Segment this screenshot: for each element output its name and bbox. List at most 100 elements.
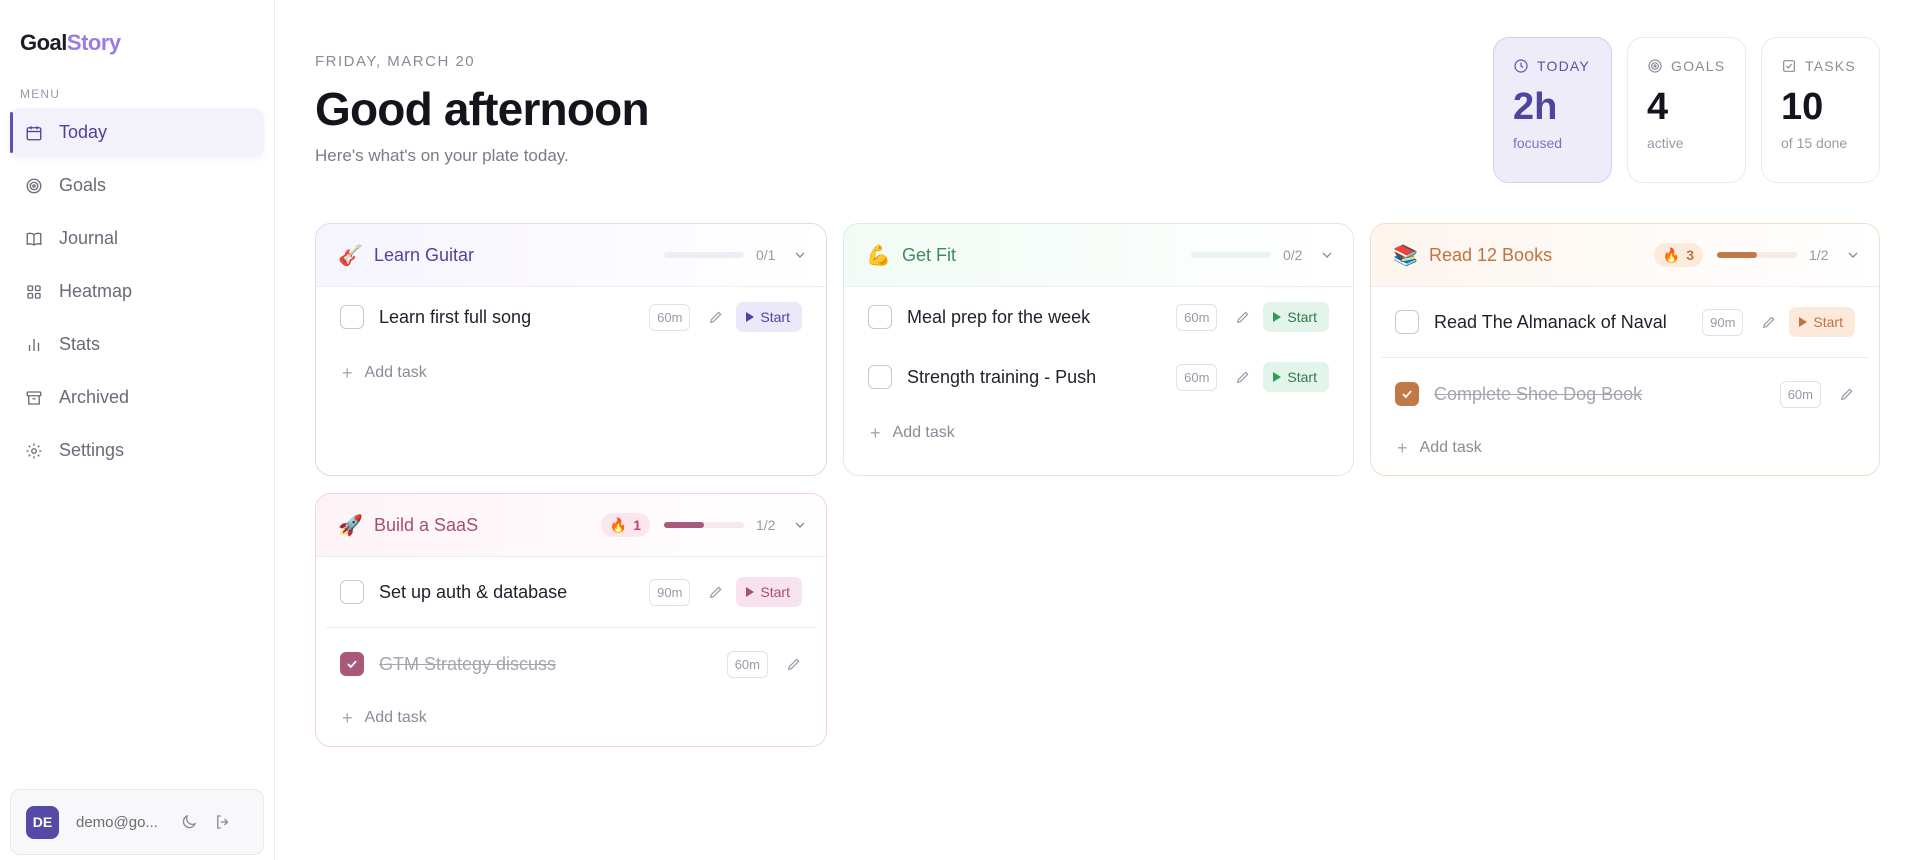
sidebar-item-journal[interactable]: Journal (10, 214, 264, 263)
app-logo[interactable]: GoalStory (20, 30, 121, 56)
sidebar-nav: Today Goals Journal Heatmap Stats Archiv… (10, 108, 264, 479)
sidebar-item-label: Goals (59, 175, 107, 195)
goal-progress-bar (1717, 252, 1797, 258)
chevron-down-icon[interactable] (792, 517, 808, 533)
pencil-icon[interactable] (786, 656, 802, 672)
sidebar-item-label: Today (59, 122, 108, 142)
task-duration: 60m (1176, 303, 1218, 331)
calendar-icon (26, 125, 42, 140)
add-task-button[interactable]: + Add task (316, 700, 826, 736)
play-icon (1799, 317, 1808, 327)
start-button[interactable]: Start (1263, 362, 1329, 392)
add-task-button[interactable]: + Add task (844, 407, 1353, 459)
books-icon: 📚 (1393, 244, 1418, 267)
sidebar-item-label: Heatmap (59, 281, 133, 301)
rocket-icon: 🚀 (338, 514, 363, 537)
stat-sub: focused (1513, 135, 1563, 151)
logout-icon[interactable] (214, 813, 232, 831)
sidebar-item-stats[interactable]: Stats (10, 320, 264, 369)
task-name: Set up auth & database (379, 581, 568, 602)
task-name: Read The Almanack of Naval (1434, 311, 1667, 332)
task-duration: 60m (1176, 363, 1218, 391)
page-title: Good afternoon (315, 83, 650, 135)
goal-progress-bar (1191, 252, 1271, 258)
current-date: FRIDAY, MARCH 20 (315, 53, 476, 70)
guitar-icon: 🎸 (338, 244, 363, 267)
task-name: Strength training - Push (907, 366, 1097, 387)
goal-card-build-a-saas: 🚀 Build a SaaS 🔥 1 1/2 Set up auth & data… (315, 493, 827, 747)
plus-icon: + (342, 362, 353, 383)
sidebar-item-label: Journal (59, 228, 119, 248)
chevron-down-icon[interactable] (1845, 247, 1861, 263)
pencil-icon[interactable] (1839, 386, 1855, 402)
task-row: Strength training - Push 60m Start (854, 347, 1343, 407)
sidebar-item-goals[interactable]: Goals (10, 161, 264, 210)
sidebar-item-label: Archived (59, 387, 130, 407)
stat-card-today[interactable]: TODAY 2h focused (1493, 37, 1612, 183)
goal-card-header[interactable]: 🎸 Learn Guitar 0/1 (316, 224, 826, 287)
sidebar-item-heatmap[interactable]: Heatmap (10, 267, 264, 316)
play-icon (746, 587, 755, 597)
task-checkbox[interactable] (868, 365, 892, 389)
task-row: Complete Shoe Dog Book 60m (1381, 358, 1869, 430)
add-task-button[interactable]: + Add task (1371, 430, 1879, 466)
archive-icon (26, 390, 42, 405)
start-button[interactable]: Start (1789, 307, 1855, 337)
stat-card-goals[interactable]: GOALS 4 active (1627, 37, 1746, 183)
sidebar-item-settings[interactable]: Settings (10, 426, 264, 475)
stat-label: GOALS (1671, 58, 1726, 74)
task-checkbox[interactable] (340, 580, 364, 604)
task-checkbox[interactable] (1395, 310, 1419, 334)
task-duration: 90m (649, 578, 691, 606)
task-checkbox[interactable] (868, 305, 892, 329)
stat-card-tasks[interactable]: TASKS 10 of 15 done (1761, 37, 1880, 183)
goal-progress-count: 0/2 (1283, 247, 1303, 263)
avatar[interactable]: DE (26, 805, 59, 839)
goal-progress-count: 0/1 (756, 247, 776, 263)
task-checkbox[interactable] (340, 305, 364, 329)
fire-icon: 🔥 (1662, 246, 1681, 263)
plus-icon: + (1397, 437, 1408, 458)
start-button[interactable]: Start (736, 577, 802, 607)
task-checkbox-checked[interactable] (1395, 382, 1419, 406)
muscle-icon: 💪 (866, 244, 891, 267)
stat-value: 10 (1781, 86, 1824, 128)
sidebar-item-archived[interactable]: Archived (10, 373, 264, 422)
grid-icon (27, 284, 41, 299)
goal-card-learn-guitar: 🎸 Learn Guitar 0/1 Learn first full song… (315, 223, 827, 476)
pencil-icon[interactable] (1235, 309, 1251, 325)
stat-label: TASKS (1805, 58, 1856, 74)
start-button[interactable]: Start (736, 302, 802, 332)
sidebar: GoalStory MENU Today Goals Journal Heatm… (0, 0, 275, 860)
chevron-down-icon[interactable] (792, 247, 808, 263)
goal-title: Get Fit (902, 244, 957, 265)
goal-card-read-12-books: 📚 Read 12 Books 🔥 3 1/2 Read The Almanack… (1370, 223, 1880, 476)
add-task-button[interactable]: + Add task (316, 347, 826, 399)
plus-icon: + (870, 422, 881, 443)
goal-card-header[interactable]: 📚 Read 12 Books 🔥 3 1/2 (1371, 224, 1879, 287)
task-duration: 60m (726, 650, 768, 678)
goal-card-get-fit: 💪 Get Fit 0/2 Meal prep for the week 60m… (843, 223, 1354, 476)
goal-progress-count: 1/2 (1809, 247, 1829, 263)
stat-label: TODAY (1537, 58, 1590, 74)
pencil-icon[interactable] (708, 584, 724, 600)
pencil-icon[interactable] (1235, 369, 1251, 385)
goal-card-header[interactable]: 💪 Get Fit 0/2 (844, 224, 1353, 287)
task-name: GTM Strategy discuss (379, 653, 557, 674)
start-button[interactable]: Start (1263, 302, 1329, 332)
play-icon (746, 312, 755, 322)
task-row: Read The Almanack of Naval 90m Start (1381, 287, 1869, 358)
pencil-icon[interactable] (708, 309, 724, 325)
task-checkbox-checked[interactable] (340, 652, 364, 676)
moon-icon[interactable] (180, 813, 198, 831)
stat-sub: of 15 done (1781, 135, 1848, 151)
clock-icon (1514, 59, 1528, 73)
task-name: Complete Shoe Dog Book (1434, 383, 1643, 404)
sidebar-item-today[interactable]: Today (10, 108, 264, 157)
goal-card-header[interactable]: 🚀 Build a SaaS 🔥 1 1/2 (316, 494, 826, 557)
chevron-down-icon[interactable] (1319, 247, 1335, 263)
task-duration: 60m (1779, 380, 1821, 408)
pencil-icon[interactable] (1761, 314, 1777, 330)
menu-label: MENU (20, 87, 61, 101)
page-subtitle: Here's what's on your plate today. (315, 146, 569, 165)
